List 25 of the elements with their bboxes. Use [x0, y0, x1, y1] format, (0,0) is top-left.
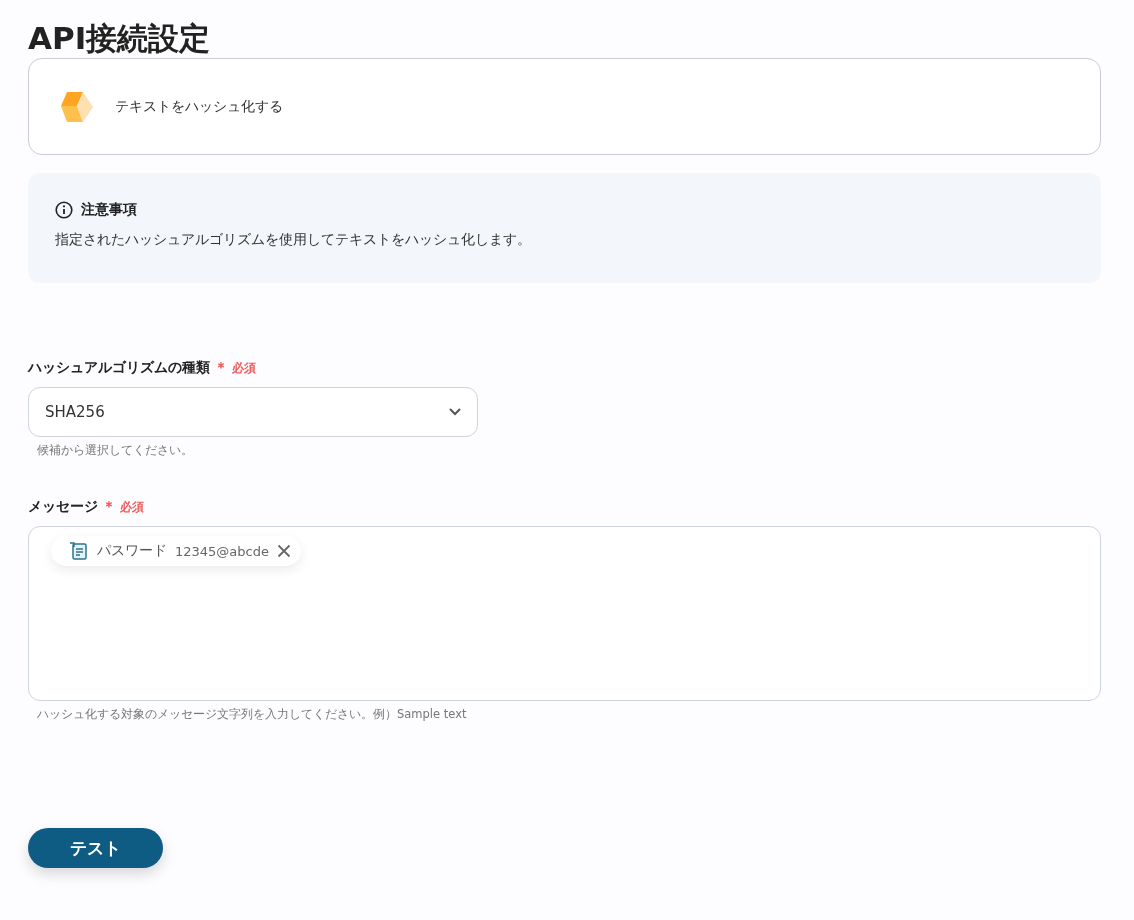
field-hint: 候補から選択してください。: [37, 443, 194, 458]
chip-value: 12345@abcde: [175, 543, 269, 559]
test-button[interactable]: テスト: [28, 828, 163, 868]
notice-title: 注意事項: [81, 201, 137, 219]
info-icon: [55, 201, 73, 219]
notice-text: 指定されたハッシュアルゴリズムを使用してテキストをハッシュ化します。: [55, 231, 532, 249]
field-hint: ハッシュ化する対象のメッセージ文字列を入力してください。例）Sample text: [37, 707, 468, 722]
field-label: メッセージ: [28, 498, 98, 516]
required-asterisk: ＊: [214, 359, 228, 377]
chip-name: パスワード: [97, 542, 167, 560]
message-field[interactable]: パスワード 12345@abcde: [28, 526, 1101, 701]
select-value: SHA256: [45, 403, 105, 421]
required-label: 必須: [120, 499, 144, 516]
required-label: 必須: [232, 360, 256, 377]
document-icon: [69, 541, 89, 561]
cube-icon: [59, 89, 95, 124]
variable-chip[interactable]: パスワード 12345@abcde: [51, 536, 301, 566]
chevron-down-icon: [449, 408, 461, 416]
page-title: API接続設定: [28, 19, 212, 58]
required-asterisk: ＊: [102, 498, 116, 516]
field-label: ハッシュアルゴリズムの種類: [28, 359, 210, 377]
remove-chip-button[interactable]: [277, 544, 291, 558]
algorithm-select[interactable]: SHA256: [28, 387, 478, 437]
action-label: テキストをハッシュ化する: [115, 97, 283, 116]
close-icon: [277, 544, 291, 558]
